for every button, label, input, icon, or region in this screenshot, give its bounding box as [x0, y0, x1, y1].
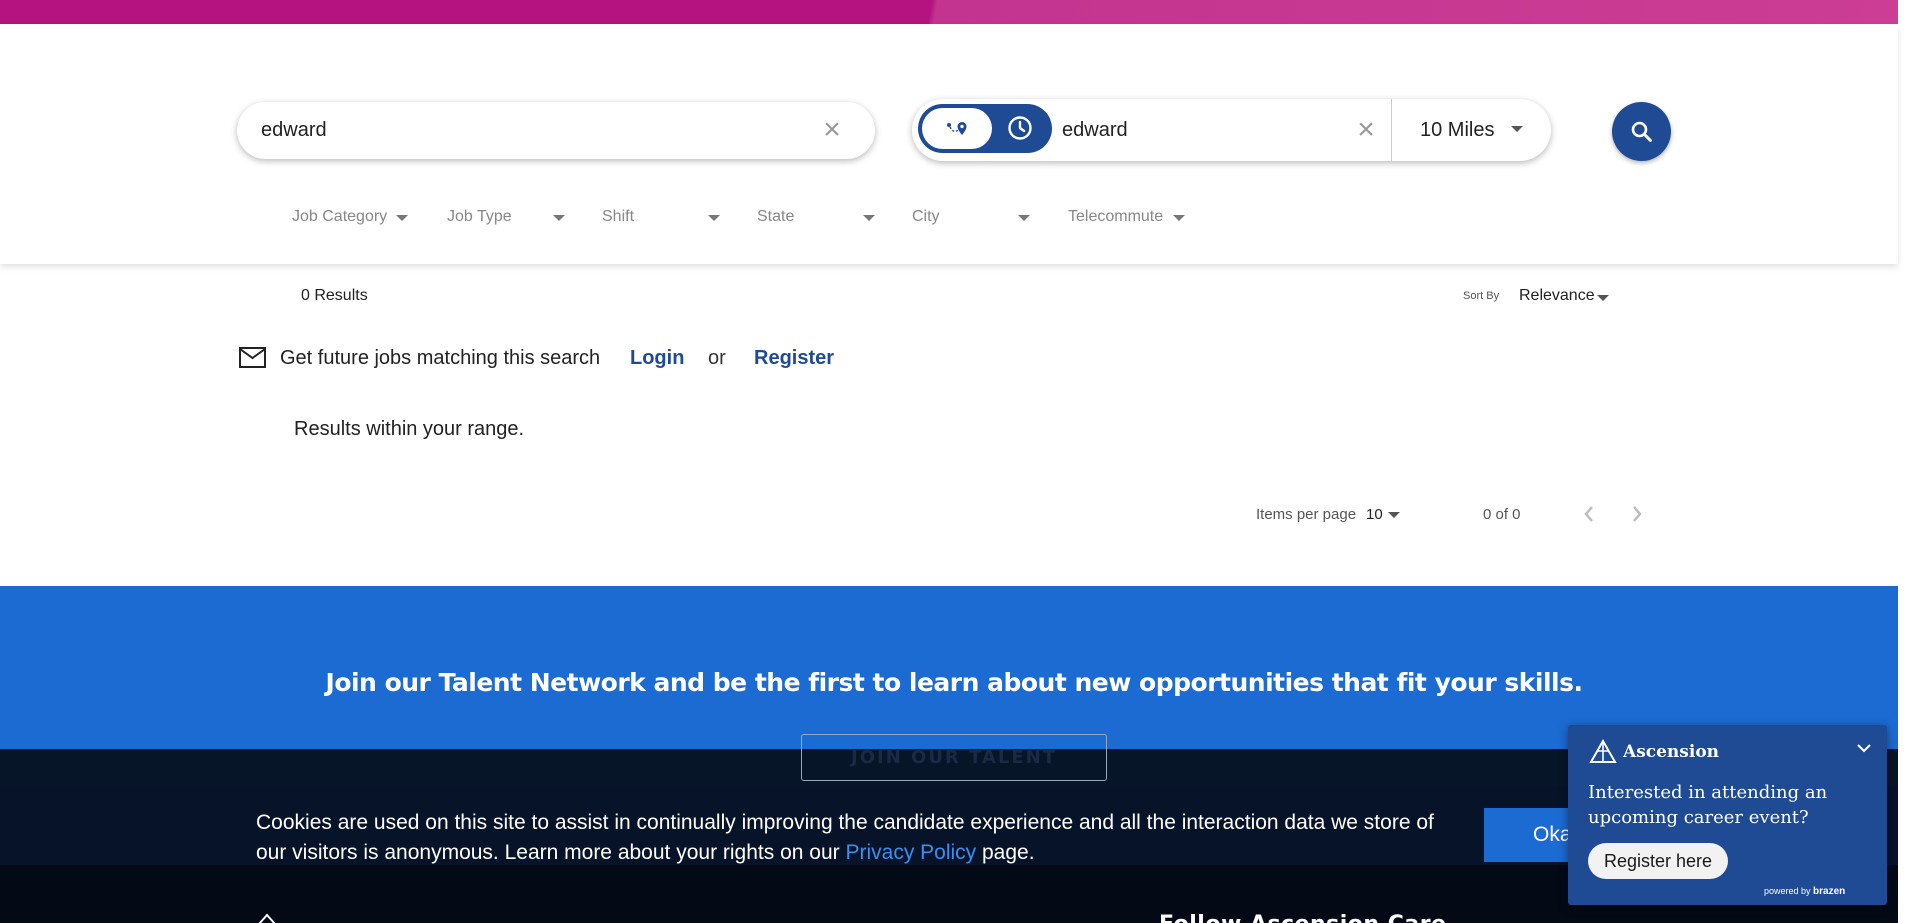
items-per-page-select[interactable]: 10 [1366, 506, 1383, 523]
divider [1391, 99, 1392, 161]
map-pin-route-icon[interactable] [922, 108, 992, 149]
powered-prefix: powered by [1764, 886, 1814, 896]
filter-state[interactable]: State [757, 205, 877, 229]
filter-telecommute[interactable]: Telecommute [1068, 205, 1198, 229]
sort-by-label: Sort By [1463, 290, 1500, 302]
radius-select[interactable]: 10 Miles [1420, 99, 1494, 161]
caret-down-icon [396, 215, 408, 221]
caret-down-icon [863, 215, 875, 221]
ascension-cross-icon [1589, 739, 1617, 763]
filter-label: Job Type [447, 208, 512, 225]
ascension-logo: Ascension [1588, 739, 1719, 765]
search-icon [1631, 121, 1652, 142]
login-link[interactable]: Login [630, 347, 684, 370]
filter-label: Telecommute [1068, 208, 1164, 225]
widget-brand: Ascension [1623, 742, 1720, 762]
caret-down-icon [708, 215, 720, 221]
results-range-text: Results within your range. [294, 418, 525, 440]
register-here-button[interactable]: Register here [1588, 843, 1728, 879]
location-mode-toggle[interactable] [918, 104, 1052, 153]
results-count: 0 Results [301, 287, 368, 304]
caret-down-icon [1018, 215, 1030, 221]
top-brand-bar [0, 0, 1898, 24]
location-search-box: × 10 Miles [912, 99, 1551, 161]
privacy-policy-link[interactable]: Privacy Policy [845, 841, 976, 864]
chevron-left-icon [1584, 506, 1593, 522]
filter-shift[interactable]: Shift [602, 205, 722, 229]
collapse-chevron-icon[interactable] [1854, 738, 1874, 758]
powered-by-brazen: powered by brazen [1764, 886, 1845, 897]
clear-keyword-icon[interactable]: × [819, 115, 845, 145]
keyword-input[interactable] [261, 102, 781, 159]
sort-by-select[interactable]: Relevance [1519, 287, 1595, 305]
caret-down-icon[interactable] [1388, 512, 1400, 518]
location-input[interactable] [1062, 99, 1342, 161]
caret-down-icon[interactable] [1597, 295, 1609, 301]
cookie-message: Cookies are used on this site to assist … [256, 808, 1456, 868]
caret-down-icon[interactable] [1511, 126, 1523, 132]
clock-icon[interactable] [1002, 110, 1038, 146]
join-talent-network-button[interactable]: JOIN OUR TALENT NETWORK [801, 734, 1107, 813]
chevron-right-icon [1633, 506, 1642, 522]
keyword-search-box: × [237, 102, 875, 159]
job-alert-text: Get future jobs matching this search [280, 346, 601, 369]
or-text: or [708, 347, 726, 369]
clear-location-icon[interactable]: × [1353, 115, 1379, 145]
filter-job-category[interactable]: Job Category [292, 205, 412, 229]
powered-brand: brazen [1813, 886, 1846, 897]
filter-job-type[interactable]: Job Type [447, 205, 567, 229]
talent-network-headline: Join our Talent Network and be the first… [325, 668, 1583, 697]
caret-down-icon [1173, 215, 1185, 221]
widget-message: Interested in attending an upcoming care… [1588, 782, 1828, 828]
search-button[interactable] [1612, 102, 1671, 161]
filter-city[interactable]: City [912, 205, 1032, 229]
pagination-range: 0 of 0 [1483, 506, 1521, 523]
career-event-widget: Ascension Interested in attending an upc… [1568, 725, 1887, 905]
next-page-button[interactable] [1624, 501, 1650, 527]
filter-label: Shift [602, 208, 635, 225]
cookie-text-end: page. [976, 841, 1035, 864]
ascension-footer-icon [255, 912, 279, 923]
previous-page-button[interactable] [1576, 501, 1602, 527]
caret-down-icon [553, 215, 565, 221]
footer-heading: Follow Ascension Care [1159, 912, 1447, 923]
filter-label: City [912, 208, 940, 225]
filter-label: State [757, 208, 795, 225]
items-per-page-label: Items per page [1256, 506, 1357, 523]
job-alert-row: Get future jobs matching this search [238, 343, 600, 373]
filter-label: Job Category [292, 208, 388, 225]
register-link[interactable]: Register [754, 347, 834, 370]
mail-icon [239, 347, 266, 368]
